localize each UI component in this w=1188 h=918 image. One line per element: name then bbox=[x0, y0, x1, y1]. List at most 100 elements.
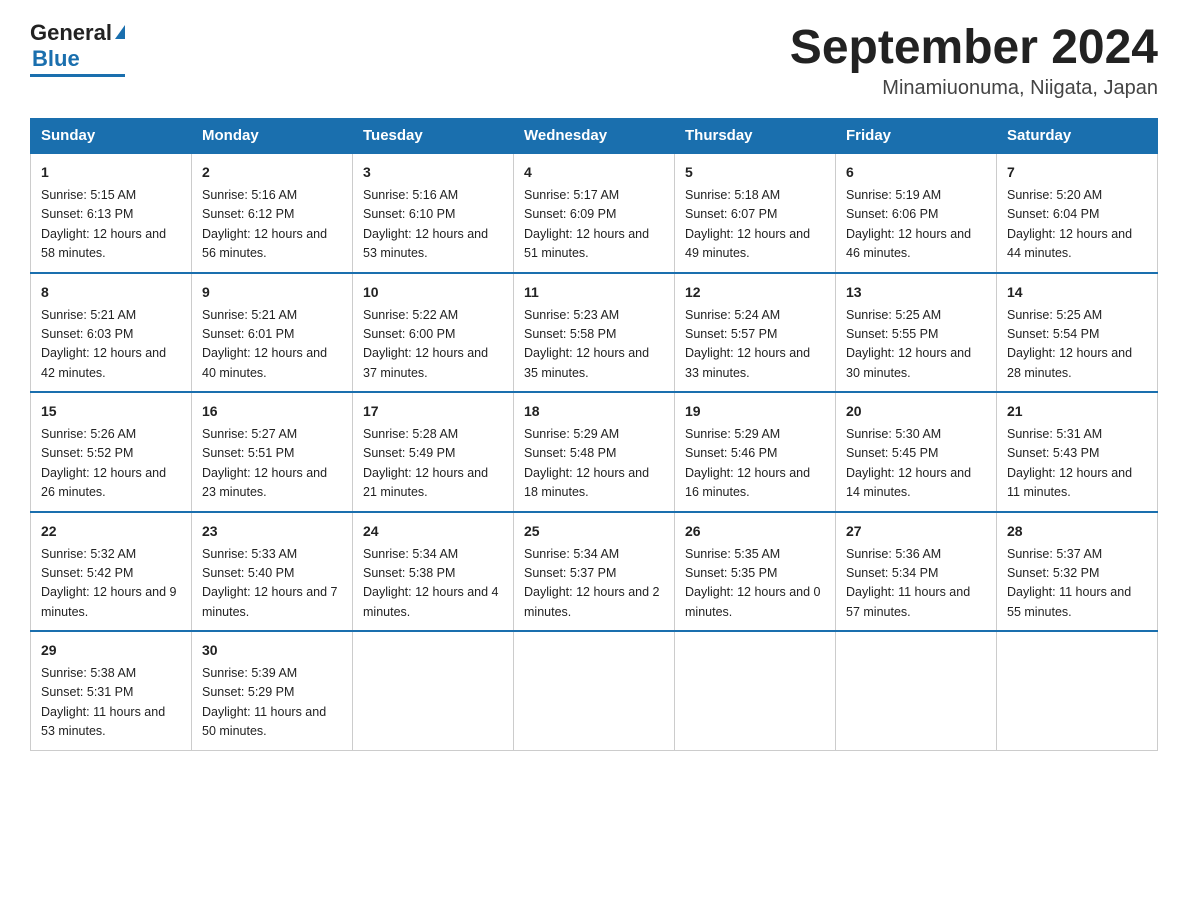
col-saturday: Saturday bbox=[997, 119, 1158, 154]
day-info: Sunrise: 5:20 AMSunset: 6:04 PMDaylight:… bbox=[1007, 188, 1132, 260]
day-info: Sunrise: 5:25 AMSunset: 5:54 PMDaylight:… bbox=[1007, 308, 1132, 380]
day-number: 2 bbox=[202, 162, 342, 183]
day-number: 11 bbox=[524, 282, 664, 303]
week-row-1: 1 Sunrise: 5:15 AMSunset: 6:13 PMDaylight… bbox=[31, 153, 1158, 273]
calendar-cell: 12 Sunrise: 5:24 AMSunset: 5:57 PMDayligh… bbox=[675, 273, 836, 393]
calendar-cell: 24 Sunrise: 5:34 AMSunset: 5:38 PMDayligh… bbox=[353, 512, 514, 632]
col-sunday: Sunday bbox=[31, 119, 192, 154]
day-number: 24 bbox=[363, 521, 503, 542]
day-number: 14 bbox=[1007, 282, 1147, 303]
day-number: 27 bbox=[846, 521, 986, 542]
calendar-cell: 29 Sunrise: 5:38 AMSunset: 5:31 PMDayligh… bbox=[31, 631, 192, 750]
day-number: 3 bbox=[363, 162, 503, 183]
day-info: Sunrise: 5:15 AMSunset: 6:13 PMDaylight:… bbox=[41, 188, 166, 260]
calendar-cell bbox=[836, 631, 997, 750]
logo-underline bbox=[30, 74, 125, 77]
title-block: September 2024 Minamiuonuma, Niigata, Ja… bbox=[790, 20, 1158, 100]
day-info: Sunrise: 5:19 AMSunset: 6:06 PMDaylight:… bbox=[846, 188, 971, 260]
week-row-4: 22 Sunrise: 5:32 AMSunset: 5:42 PMDayligh… bbox=[31, 512, 1158, 632]
day-number: 4 bbox=[524, 162, 664, 183]
day-info: Sunrise: 5:39 AMSunset: 5:29 PMDaylight:… bbox=[202, 666, 326, 738]
day-number: 25 bbox=[524, 521, 664, 542]
location: Minamiuonuma, Niigata, Japan bbox=[790, 77, 1158, 100]
calendar-cell: 15Sunrise: 5:26 AMSunset: 5:52 PMDayligh… bbox=[31, 392, 192, 512]
logo-triangle-icon bbox=[115, 25, 125, 39]
calendar-cell: 26 Sunrise: 5:35 AMSunset: 5:35 PMDayligh… bbox=[675, 512, 836, 632]
calendar-cell: 2 Sunrise: 5:16 AMSunset: 6:12 PMDaylight… bbox=[192, 153, 353, 273]
day-info: Sunrise: 5:24 AMSunset: 5:57 PMDaylight:… bbox=[685, 308, 810, 380]
day-number: 29 bbox=[41, 640, 181, 661]
calendar-cell: 25Sunrise: 5:34 AMSunset: 5:37 PMDayligh… bbox=[514, 512, 675, 632]
day-number: 21 bbox=[1007, 401, 1147, 422]
day-info: Sunrise: 5:28 AMSunset: 5:49 PMDaylight:… bbox=[363, 427, 488, 499]
col-friday: Friday bbox=[836, 119, 997, 154]
day-info: Sunrise: 5:31 AMSunset: 5:43 PMDaylight:… bbox=[1007, 427, 1132, 499]
calendar-cell: 21 Sunrise: 5:31 AMSunset: 5:43 PMDayligh… bbox=[997, 392, 1158, 512]
calendar-cell: 1 Sunrise: 5:15 AMSunset: 6:13 PMDaylight… bbox=[31, 153, 192, 273]
calendar-cell: 18 Sunrise: 5:29 AMSunset: 5:48 PMDayligh… bbox=[514, 392, 675, 512]
day-number: 16 bbox=[202, 401, 342, 422]
month-title: September 2024 bbox=[790, 20, 1158, 75]
calendar-cell: 22 Sunrise: 5:32 AMSunset: 5:42 PMDayligh… bbox=[31, 512, 192, 632]
logo-text: General bbox=[30, 20, 125, 46]
day-number: 12 bbox=[685, 282, 825, 303]
week-row-2: 8Sunrise: 5:21 AMSunset: 6:03 PMDaylight… bbox=[31, 273, 1158, 393]
day-info: Sunrise: 5:16 AMSunset: 6:10 PMDaylight:… bbox=[363, 188, 488, 260]
calendar-cell: 7Sunrise: 5:20 AMSunset: 6:04 PMDaylight… bbox=[997, 153, 1158, 273]
day-info: Sunrise: 5:17 AMSunset: 6:09 PMDaylight:… bbox=[524, 188, 649, 260]
calendar-cell: 11Sunrise: 5:23 AMSunset: 5:58 PMDayligh… bbox=[514, 273, 675, 393]
day-info: Sunrise: 5:33 AMSunset: 5:40 PMDaylight:… bbox=[202, 547, 338, 619]
day-number: 1 bbox=[41, 162, 181, 183]
day-number: 30 bbox=[202, 640, 342, 661]
day-info: Sunrise: 5:30 AMSunset: 5:45 PMDaylight:… bbox=[846, 427, 971, 499]
calendar-cell: 13 Sunrise: 5:25 AMSunset: 5:55 PMDayligh… bbox=[836, 273, 997, 393]
day-info: Sunrise: 5:29 AMSunset: 5:46 PMDaylight:… bbox=[685, 427, 810, 499]
logo: General Blue bbox=[30, 20, 125, 77]
day-number: 13 bbox=[846, 282, 986, 303]
day-number: 22 bbox=[41, 521, 181, 542]
week-row-5: 29 Sunrise: 5:38 AMSunset: 5:31 PMDayligh… bbox=[31, 631, 1158, 750]
day-number: 28 bbox=[1007, 521, 1147, 542]
calendar-header-row: Sunday Monday Tuesday Wednesday Thursday… bbox=[31, 119, 1158, 154]
calendar-cell bbox=[353, 631, 514, 750]
day-number: 18 bbox=[524, 401, 664, 422]
calendar-cell: 9Sunrise: 5:21 AMSunset: 6:01 PMDaylight… bbox=[192, 273, 353, 393]
calendar-cell: 30 Sunrise: 5:39 AMSunset: 5:29 PMDayligh… bbox=[192, 631, 353, 750]
day-info: Sunrise: 5:25 AMSunset: 5:55 PMDaylight:… bbox=[846, 308, 971, 380]
calendar-cell: 23 Sunrise: 5:33 AMSunset: 5:40 PMDayligh… bbox=[192, 512, 353, 632]
calendar-cell: 5Sunrise: 5:18 AMSunset: 6:07 PMDaylight… bbox=[675, 153, 836, 273]
calendar-cell bbox=[514, 631, 675, 750]
calendar-cell: 8Sunrise: 5:21 AMSunset: 6:03 PMDaylight… bbox=[31, 273, 192, 393]
day-number: 23 bbox=[202, 521, 342, 542]
day-info: Sunrise: 5:29 AMSunset: 5:48 PMDaylight:… bbox=[524, 427, 649, 499]
day-number: 6 bbox=[846, 162, 986, 183]
day-info: Sunrise: 5:36 AMSunset: 5:34 PMDaylight:… bbox=[846, 547, 970, 619]
day-number: 9 bbox=[202, 282, 342, 303]
logo-blue: Blue bbox=[32, 46, 80, 72]
logo-general: General bbox=[30, 20, 112, 46]
calendar-table: Sunday Monday Tuesday Wednesday Thursday… bbox=[30, 118, 1158, 751]
calendar-cell: 6 Sunrise: 5:19 AMSunset: 6:06 PMDaylight… bbox=[836, 153, 997, 273]
day-info: Sunrise: 5:32 AMSunset: 5:42 PMDaylight:… bbox=[41, 547, 177, 619]
calendar-cell bbox=[675, 631, 836, 750]
calendar-cell: 19Sunrise: 5:29 AMSunset: 5:46 PMDayligh… bbox=[675, 392, 836, 512]
calendar-cell: 3 Sunrise: 5:16 AMSunset: 6:10 PMDaylight… bbox=[353, 153, 514, 273]
day-number: 20 bbox=[846, 401, 986, 422]
calendar-cell: 4 Sunrise: 5:17 AMSunset: 6:09 PMDaylight… bbox=[514, 153, 675, 273]
day-info: Sunrise: 5:22 AMSunset: 6:00 PMDaylight:… bbox=[363, 308, 488, 380]
day-number: 8 bbox=[41, 282, 181, 303]
calendar-cell: 14 Sunrise: 5:25 AMSunset: 5:54 PMDayligh… bbox=[997, 273, 1158, 393]
day-info: Sunrise: 5:34 AMSunset: 5:38 PMDaylight:… bbox=[363, 547, 499, 619]
col-thursday: Thursday bbox=[675, 119, 836, 154]
day-info: Sunrise: 5:35 AMSunset: 5:35 PMDaylight:… bbox=[685, 547, 821, 619]
day-info: Sunrise: 5:38 AMSunset: 5:31 PMDaylight:… bbox=[41, 666, 165, 738]
calendar-cell: 20 Sunrise: 5:30 AMSunset: 5:45 PMDayligh… bbox=[836, 392, 997, 512]
col-monday: Monday bbox=[192, 119, 353, 154]
calendar-cell: 28Sunrise: 5:37 AMSunset: 5:32 PMDayligh… bbox=[997, 512, 1158, 632]
day-info: Sunrise: 5:26 AMSunset: 5:52 PMDaylight:… bbox=[41, 427, 166, 499]
calendar-cell: 16Sunrise: 5:27 AMSunset: 5:51 PMDayligh… bbox=[192, 392, 353, 512]
day-info: Sunrise: 5:16 AMSunset: 6:12 PMDaylight:… bbox=[202, 188, 327, 260]
calendar-cell: 10Sunrise: 5:22 AMSunset: 6:00 PMDayligh… bbox=[353, 273, 514, 393]
page-header: General Blue September 2024 Minamiuonuma… bbox=[30, 20, 1158, 100]
day-number: 26 bbox=[685, 521, 825, 542]
